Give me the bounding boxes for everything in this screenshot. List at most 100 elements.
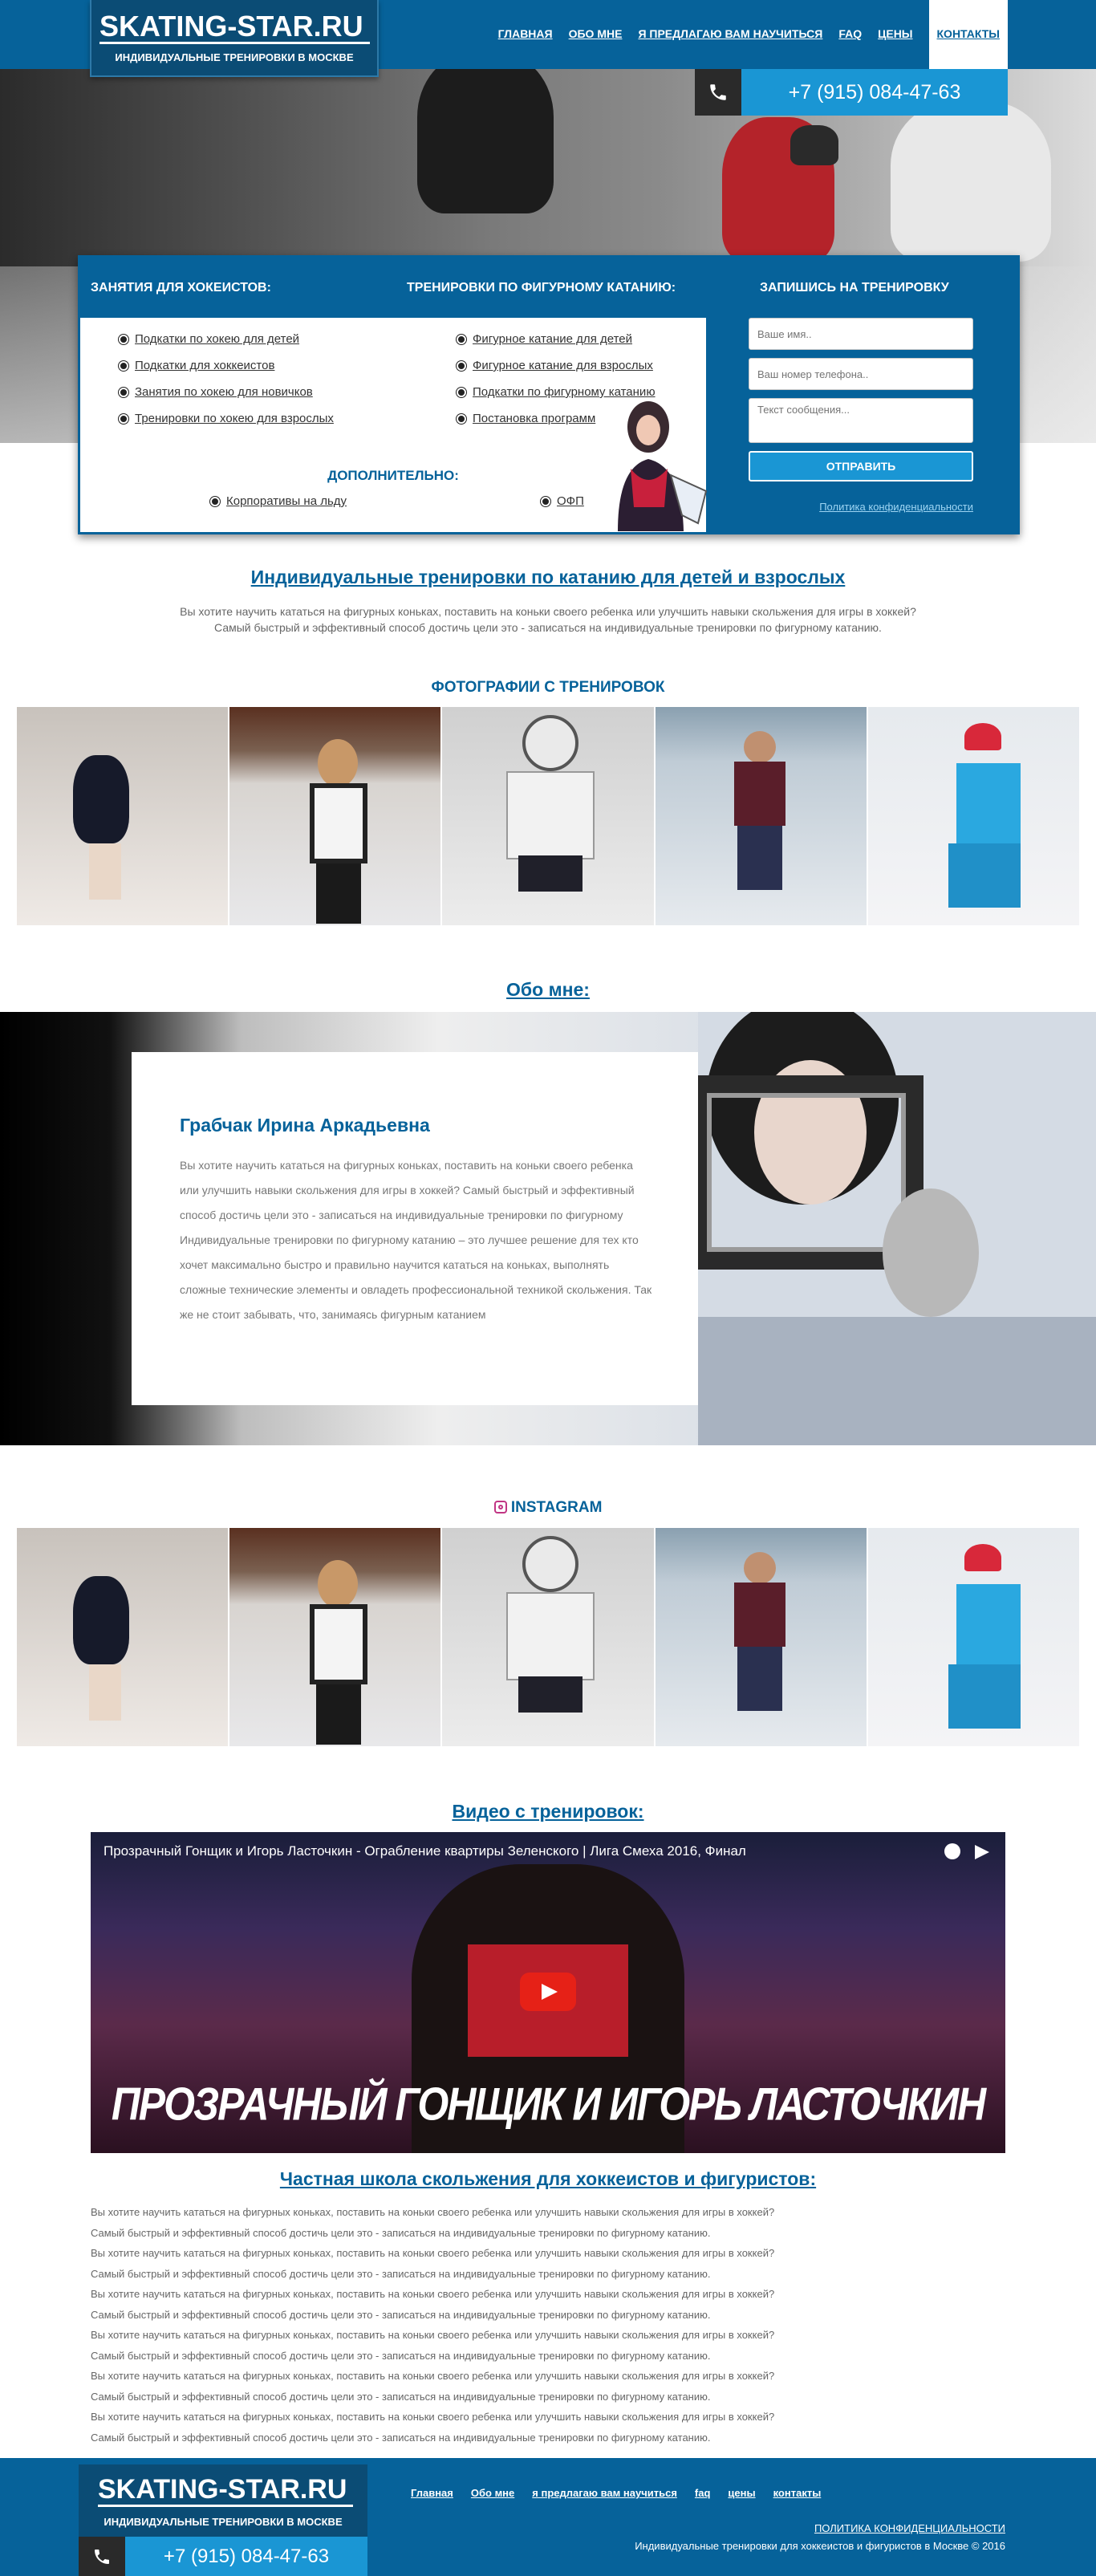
hero-player-dark — [417, 69, 554, 213]
nav-learn[interactable]: Я ПРЕДЛАГАЮ ВАМ НАУЧИТЬСЯ — [638, 27, 822, 40]
school-line: Самый быстрый и эффективный способ дости… — [91, 2226, 711, 2239]
about-title: Обо мне: — [506, 979, 590, 1000]
intro-line: Вы хотите научить кататься на фигурных к… — [180, 605, 916, 618]
name-field[interactable] — [749, 318, 973, 350]
footer-copyright: Индивидуальные тренировки для хоккеистов… — [635, 2540, 1005, 2552]
gallery-photo[interactable] — [867, 707, 1080, 925]
header-phone[interactable]: +7 (915) 084-47-63 — [695, 69, 1008, 116]
school-text: Вы хотите научить кататься на фигурных к… — [91, 2202, 1005, 2448]
nav-home[interactable]: ГЛАВНАЯ — [498, 27, 553, 40]
gallery-photo[interactable] — [442, 707, 654, 925]
footer-logo-title: SKATING-STAR.RU — [98, 2474, 354, 2507]
hockey-list: Подкатки по хокею для детей Подкатки для… — [119, 332, 334, 438]
intro-text: Вы хотите научить кататься на фигурных к… — [0, 603, 1096, 636]
main-nav: ГЛАВНАЯ ОБО МНЕ Я ПРЕДЛАГАЮ ВАМ НАУЧИТЬС… — [482, 0, 1008, 69]
list-item[interactable]: Подкатки для хоккеистов — [119, 359, 334, 372]
school-title: Частная школа скольжения для хоккеистов … — [279, 2168, 817, 2189]
logo-subtitle: ИНДИВИДУАЛЬНЫЕ ТРЕНИРОВКИ В МОСКВЕ — [115, 51, 354, 63]
list-item[interactable]: Подкатки по хокею для детей — [119, 332, 334, 346]
extra-item-ofp[interactable]: ОФП — [541, 494, 584, 508]
school-line: Вы хотите научить кататься на фигурных к… — [91, 2247, 775, 2259]
instagram-label: INSTAGRAM — [510, 1499, 603, 1516]
hockey-heading: ЗАНЯТИЯ ДЛЯ ХОКЕИСТОВ: — [91, 281, 271, 295]
school-line: Вы хотите научить кататься на фигурных к… — [91, 2288, 775, 2300]
school-line: Вы хотите научить кататься на фигурных к… — [91, 2370, 775, 2382]
skater-girl-image — [618, 401, 708, 531]
hero-player-white — [891, 101, 1051, 262]
list-item[interactable]: Занятия по хокею для новичков — [119, 385, 334, 399]
site-logo[interactable]: SKATING-STAR.RU ИНДИВИДУАЛЬНЫЕ ТРЕНИРОВК… — [90, 0, 379, 77]
nav-contacts[interactable]: КОНТАКТЫ — [928, 0, 1008, 69]
gallery-photo[interactable] — [655, 707, 867, 925]
school-line: Вы хотите научить кататься на фигурных к… — [91, 2411, 775, 2423]
photos-title: ФОТОГРАФИИ С ТРЕНИРОВОК — [431, 679, 665, 696]
footer-logo[interactable]: SKATING-STAR.RU ИНДИВИДУАЛЬНЫЕ ТРЕНИРОВК… — [79, 2464, 367, 2537]
hero-player-helmet — [790, 125, 838, 165]
footer: SKATING-STAR.RU ИНДИВИДУАЛЬНЫЕ ТРЕНИРОВК… — [0, 2458, 1096, 2576]
share-icon[interactable] — [975, 1845, 989, 1859]
footer-nav-home[interactable]: Главная — [411, 2487, 453, 2499]
phone-number: +7 (915) 084-47-63 — [788, 81, 961, 104]
services-panel: ЗАНЯТИЯ ДЛЯ ХОКЕИСТОВ: ТРЕНИРОВКИ ПО ФИГ… — [78, 255, 1020, 534]
video-caption: ПРОЗРАЧНЫЙ ГОНЩИК И ИГОРЬ ЛАСТОЧКИН — [111, 2078, 986, 2131]
nav-prices[interactable]: ЦЕНЫ — [878, 27, 912, 40]
about-section: Грабчак Ирина Аркадьевна Вы хотите научи… — [0, 1012, 1096, 1445]
instagram-photo[interactable] — [17, 1528, 229, 1746]
school-line: Самый быстрый и эффективный способ дости… — [91, 2267, 711, 2280]
footer-nav-learn[interactable]: я предлагаю вам научиться — [532, 2487, 677, 2499]
video-player-title: Прозрачный Гонщик и Игорь Ласточкин - Ог… — [104, 1843, 746, 1859]
intro-line: Самый быстрый и эффективный способ дости… — [214, 621, 882, 634]
logo-title: SKATING-STAR.RU — [99, 11, 370, 44]
school-line: Самый быстрый и эффективный способ дости… — [91, 2390, 711, 2403]
instagram-photo[interactable] — [229, 1528, 441, 1746]
list-item[interactable]: Фигурное катание для взрослых — [457, 359, 656, 372]
video-player[interactable]: Прозрачный Гонщик и Игорь Ласточкин - Ог… — [91, 1832, 1005, 2153]
list-item[interactable]: Тренировки по хокею для взрослых — [119, 412, 334, 425]
phone-icon — [695, 69, 741, 116]
phone-field[interactable] — [749, 358, 973, 390]
footer-phone[interactable]: +7 (915) 084-47-63 — [79, 2537, 367, 2576]
footer-privacy-link[interactable]: ПОЛИТИКА КОНФИДЕНЦИАЛЬНОСТИ — [814, 2522, 1005, 2534]
message-field[interactable] — [749, 398, 973, 443]
play-button[interactable] — [520, 1973, 576, 2011]
photo-gallery — [17, 707, 1080, 925]
instagram-photo[interactable] — [867, 1528, 1080, 1746]
school-line: Вы хотите научить кататься на фигурных к… — [91, 2329, 775, 2341]
signup-heading: ЗАПИШИСЬ НА ТРЕНИРОВКУ — [760, 281, 949, 295]
video-title: Видео с тренировок: — [452, 1801, 644, 1822]
school-line: Самый быстрый и эффективный способ дости… — [91, 2431, 711, 2444]
about-text: Вы хотите научить кататься на фигурных к… — [180, 1159, 652, 1321]
school-line: Вы хотите научить кататься на фигурных к… — [91, 2206, 775, 2218]
gallery-photo[interactable] — [17, 707, 229, 925]
extra-item-corporate[interactable]: Корпоративы на льду — [210, 494, 347, 508]
instagram-title: INSTAGRAM — [0, 1499, 1096, 1517]
signup-form: ОТПРАВИТЬ — [749, 318, 973, 481]
instagram-photo[interactable] — [442, 1528, 654, 1746]
footer-nav-contacts[interactable]: контакты — [773, 2487, 822, 2499]
footer-phone-number: +7 (915) 084-47-63 — [163, 2546, 330, 2567]
school-line: Самый быстрый и эффективный способ дости… — [91, 2308, 711, 2321]
submit-button[interactable]: ОТПРАВИТЬ — [749, 451, 973, 481]
nav-faq[interactable]: FAQ — [838, 27, 862, 40]
list-item[interactable]: Фигурное катание для детей — [457, 332, 656, 346]
gallery-photo[interactable] — [229, 707, 441, 925]
school-line: Самый быстрый и эффективный способ дости… — [91, 2349, 711, 2362]
instagram-icon — [493, 1501, 507, 1514]
figure-heading: ТРЕНИРОВКИ ПО ФИГУРНОМУ КАТАНИЮ: — [407, 281, 676, 295]
footer-nav-about[interactable]: Обо мне — [471, 2487, 514, 2499]
footer-nav: Главная Обо мне я предлагаю вам научитьс… — [411, 2487, 838, 2499]
phone-icon — [79, 2537, 125, 2576]
clock-icon[interactable] — [944, 1843, 960, 1859]
instagram-photo[interactable] — [655, 1528, 867, 1746]
services-list-box: Подкатки по хокею для детей Подкатки для… — [80, 318, 708, 532]
intro-title: Индивидуальные тренировки по катанию для… — [250, 567, 846, 587]
footer-logo-subtitle: ИНДИВИДУАЛЬНЫЕ ТРЕНИРОВКИ В МОСКВЕ — [104, 2516, 343, 2528]
coach-name: Грабчак Ирина Аркадьевна — [180, 1115, 430, 1136]
footer-nav-faq[interactable]: faq — [695, 2487, 711, 2499]
about-card: Грабчак Ирина Аркадьевна Вы хотите научи… — [132, 1052, 698, 1405]
nav-about[interactable]: ОБО МНЕ — [569, 27, 623, 40]
coach-portrait — [698, 1012, 1096, 1445]
privacy-link[interactable]: Политика конфиденциальности — [749, 501, 973, 513]
footer-nav-prices[interactable]: цены — [728, 2487, 755, 2499]
instagram-gallery — [17, 1528, 1080, 1746]
